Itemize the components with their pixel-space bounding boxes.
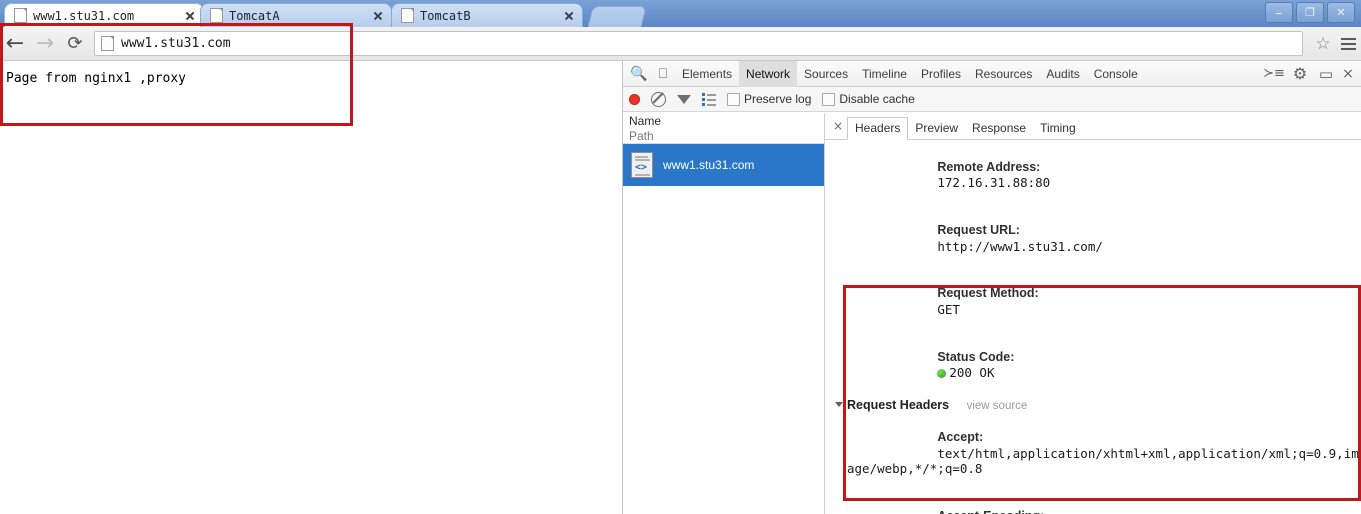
back-icon[interactable]: ← <box>0 29 30 59</box>
record-icon[interactable] <box>629 93 640 105</box>
tab-title: TomcatB <box>420 8 471 23</box>
header-key: Accept: <box>937 430 984 445</box>
page-icon <box>210 8 223 23</box>
header-key: Request Method: <box>937 286 1039 301</box>
header-value: GET <box>937 301 960 317</box>
clear-icon[interactable] <box>651 91 666 107</box>
device-toolbar-icon[interactable]: ⎕ <box>651 62 675 86</box>
page-icon <box>14 8 27 23</box>
url-text: www1.stu31.com <box>121 36 231 51</box>
tab-audits[interactable]: Audits <box>1039 61 1086 87</box>
header-line: Accept-Encoding: gzip, deflate, sdch <box>835 492 1361 514</box>
checkbox-box[interactable] <box>727 92 740 106</box>
tab-strip: www1.stu31.com TomcatA TomcatB – ❐ ✕ <box>0 0 1361 28</box>
checkbox-box[interactable] <box>822 92 836 106</box>
gear-icon[interactable]: ⚙ <box>1288 62 1312 86</box>
header-key: Remote Address: <box>937 159 1041 174</box>
document-icon: <> <box>631 152 653 178</box>
header-key: Accept-Encoding: <box>937 509 1044 514</box>
network-request-row[interactable]: <> www1.stu31.com <box>623 144 824 186</box>
list-view-icon[interactable] <box>702 93 716 106</box>
header-value: http://www1.stu31.com/ <box>937 238 1103 254</box>
view-source-link[interactable]: view source <box>967 400 1028 412</box>
header-line: Request URL: http://www1.stu31.com/ <box>835 206 1361 269</box>
tab-timeline[interactable]: Timeline <box>855 61 914 87</box>
minimize-icon: – <box>1275 6 1283 21</box>
header-line: Remote Address: 172.16.31.88:80 <box>835 143 1361 206</box>
close-icon[interactable]: × <box>1340 62 1356 86</box>
tab-resources[interactable]: Resources <box>968 61 1039 87</box>
chevron-down-icon[interactable] <box>835 401 843 407</box>
header-value: text/html,application/xhtml+xml,applicat… <box>847 445 1359 477</box>
devtools-tabbar: 🔍 ⎕ Elements Network Sources Timeline Pr… <box>623 60 1361 87</box>
window-controls: – ❐ ✕ <box>1265 2 1355 23</box>
address-bar[interactable]: www1.stu31.com <box>94 31 1303 56</box>
devtools-panel: 🔍 ⎕ Elements Network Sources Timeline Pr… <box>622 60 1361 514</box>
network-request-list: Name Path <> www1.stu31.com <box>623 113 825 514</box>
close-icon[interactable] <box>562 9 576 23</box>
restore-button[interactable]: ❐ <box>1296 2 1324 23</box>
column-header-name: Name <box>629 114 662 128</box>
request-headers-section[interactable]: Request Headers view source <box>835 397 1361 414</box>
network-body: Name Path <> www1.stu31.com × Headers Pr… <box>623 113 1361 514</box>
header-line: Request Method: GET <box>835 270 1361 333</box>
tab-response[interactable]: Response <box>965 118 1033 139</box>
page-icon <box>401 8 414 23</box>
status-ok-icon <box>937 369 947 379</box>
minimize-button[interactable]: – <box>1265 2 1293 23</box>
header-key: Request URL: <box>937 222 1020 237</box>
console-drawer-icon[interactable]: ≻≡ <box>1262 62 1286 86</box>
search-icon[interactable]: 🔍 <box>627 62 651 86</box>
reload-icon[interactable]: ⟳ <box>60 29 90 59</box>
header-key: Status Code: <box>937 349 1015 364</box>
tab-title: www1.stu31.com <box>33 8 135 23</box>
tab-timing[interactable]: Timing <box>1033 118 1083 139</box>
close-icon[interactable] <box>183 9 197 23</box>
close-button[interactable]: ✕ <box>1327 2 1355 23</box>
preserve-log-label: Preserve log <box>744 92 812 106</box>
browser-tab-0[interactable]: www1.stu31.com <box>4 3 204 27</box>
tab-headers[interactable]: Headers <box>847 117 909 140</box>
tab-elements[interactable]: Elements <box>675 61 739 87</box>
section-title: Request Headers <box>847 397 950 412</box>
menu-icon[interactable] <box>1335 37 1361 50</box>
header-value: 172.16.31.88:80 <box>937 175 1051 191</box>
browser-tab-1[interactable]: TomcatA <box>200 3 392 27</box>
forward-icon[interactable]: → <box>30 29 60 59</box>
new-tab-button[interactable] <box>587 6 647 28</box>
page-viewport: Page from nginx1 ,proxy <box>0 61 621 514</box>
list-column-header[interactable]: Name Path <box>623 113 824 144</box>
tab-profiles[interactable]: Profiles <box>914 61 968 87</box>
page-body-text: Page from nginx1 ,proxy <box>6 71 187 86</box>
request-name: www1.stu31.com <box>663 158 755 172</box>
tab-preview[interactable]: Preview <box>908 118 965 139</box>
close-icon[interactable]: × <box>829 119 847 133</box>
tab-console[interactable]: Console <box>1087 61 1145 87</box>
close-icon[interactable] <box>371 9 385 23</box>
close-icon: ✕ <box>1336 6 1346 19</box>
headers-content: Remote Address: 172.16.31.88:80 Request … <box>825 140 1361 514</box>
header-line: Status Code: 200 OK <box>835 333 1361 396</box>
browser-window: www1.stu31.com TomcatA TomcatB – ❐ ✕ ← →… <box>0 0 1361 514</box>
preserve-log-checkbox[interactable]: Preserve log <box>727 92 811 106</box>
filter-icon[interactable] <box>677 94 691 117</box>
network-detail-pane: × Headers Preview Response Timing Remote… <box>825 113 1361 514</box>
bookmark-star-icon[interactable]: ☆ <box>1311 34 1335 54</box>
column-header-path: Path <box>629 129 654 143</box>
browser-tab-2[interactable]: TomcatB <box>391 3 583 27</box>
header-value: 200 OK <box>949 365 995 381</box>
page-icon <box>101 36 114 51</box>
dock-position-icon[interactable]: ▭ <box>1314 62 1338 86</box>
restore-icon: ❐ <box>1305 6 1315 19</box>
browser-toolbar: ← → ⟳ www1.stu31.com ☆ <box>0 27 1361 61</box>
tab-title: TomcatA <box>229 8 280 23</box>
disable-cache-label: Disable cache <box>839 92 915 106</box>
tab-sources[interactable]: Sources <box>797 61 855 87</box>
devtools-actions: ≻≡ ⚙ ▭ × <box>1262 62 1358 86</box>
network-toolbar: Preserve log Disable cache <box>623 87 1361 117</box>
detail-tabbar: × Headers Preview Response Timing <box>825 113 1361 140</box>
disable-cache-checkbox[interactable]: Disable cache <box>822 92 915 106</box>
header-line: Accept: text/html,application/xhtml+xml,… <box>835 414 1361 493</box>
tab-network[interactable]: Network <box>739 60 798 87</box>
